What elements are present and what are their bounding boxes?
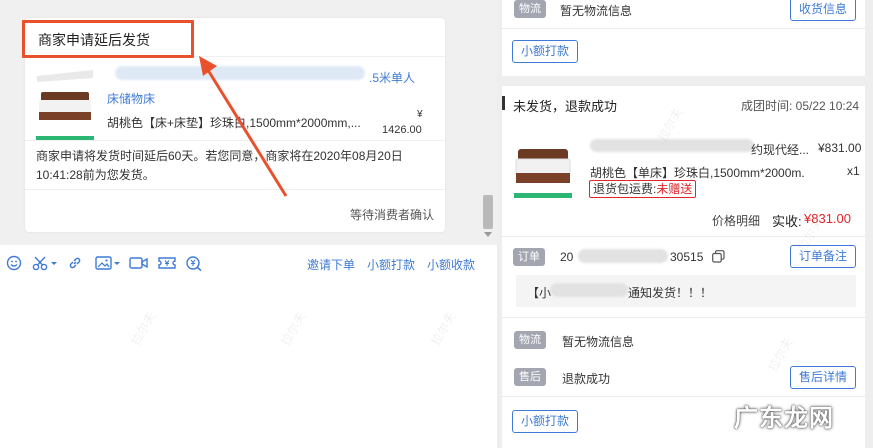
product-spec: 胡桃色【床+床垫】珍珠白,1500mm*2000mm,...: [107, 116, 361, 130]
product-image[interactable]: [514, 143, 572, 198]
aftersale-text: 退款成功: [562, 372, 611, 386]
chat-toolbar: 邀请下单 小额打款 小额收款: [0, 245, 497, 280]
item-qty: x1: [847, 164, 860, 178]
scrollbar-thumb[interactable]: [483, 195, 493, 229]
order-number-head: 20: [560, 250, 574, 264]
watermark: 拉尔夫: [278, 309, 309, 348]
blurred-product-name: [115, 66, 365, 80]
actual-pay-value: ¥831.00: [804, 211, 851, 226]
deal-time: 成团时间: 05/22 10:24: [741, 99, 860, 113]
chat-area: 拉尔夫 拉尔夫 商家申请延后发货 .5米单人 床储物床 胡桃色【床+床垫】珍珠白…: [0, 0, 497, 245]
coupon-icon[interactable]: [158, 254, 176, 272]
blurred-shop-name: [590, 139, 754, 152]
return-shipping-value: 未赠送: [656, 182, 693, 196]
emoji-icon[interactable]: [6, 254, 22, 272]
image-icon[interactable]: [95, 254, 121, 272]
logistics-tag: 物流: [514, 0, 546, 18]
aftersale-detail-button[interactable]: 售后详情: [790, 366, 857, 389]
product-link[interactable]: .5米单人: [369, 69, 415, 86]
divider: [502, 317, 865, 318]
watermark: 拉尔夫: [128, 309, 159, 348]
link-icon[interactable]: [67, 254, 83, 272]
invite-order-link[interactable]: 邀请下单: [307, 256, 355, 273]
copy-icon[interactable]: [712, 250, 725, 263]
order-number-tail: 30515: [670, 250, 704, 264]
video-icon[interactable]: [129, 254, 149, 272]
logistics-text: 暂无物流信息: [562, 335, 635, 349]
divider: [502, 396, 865, 397]
order-panel-previous: 物流 暂无物流信息 收货信息 小额打款: [502, 0, 865, 76]
product-price: 1426.00: [382, 124, 422, 136]
scroll-down-icon[interactable]: [484, 232, 492, 237]
search-coin-icon[interactable]: [185, 254, 203, 272]
scrollbar[interactable]: [481, 0, 495, 245]
product-link[interactable]: 床储物床: [107, 90, 155, 107]
divider: [502, 236, 865, 237]
order-note-button[interactable]: 订单备注: [790, 245, 857, 268]
small-payment-button[interactable]: 小额打款: [512, 40, 579, 63]
actual-pay-label: 实收:: [772, 214, 802, 229]
price-detail-link[interactable]: 价格明细: [712, 212, 760, 229]
small-payment-link[interactable]: 小额打款: [367, 256, 415, 273]
divider: [25, 56, 445, 57]
message-input[interactable]: 拉尔夫 拉尔夫 拉尔夫: [0, 280, 497, 448]
price-currency: ¥: [417, 109, 423, 120]
status-text: 等待消费者确认: [349, 208, 434, 222]
order-panel: 未发货，退款成功 成团时间: 05/22 10:24 约现代经... ¥831.…: [502, 86, 865, 448]
small-collect-link[interactable]: 小额收款: [427, 256, 475, 273]
delay-message: 商家申请将发货时间延后60天。若您同意，商家将在2020年08月20日 10:4…: [36, 149, 403, 182]
watermark: 拉尔夫: [428, 309, 459, 348]
order-status-title: 未发货，退款成功: [513, 99, 618, 114]
item-price: ¥831.00: [818, 141, 862, 155]
small-payment-button[interactable]: 小额打款: [512, 410, 579, 433]
blurred-order-number: [578, 249, 668, 263]
divider: [25, 189, 445, 190]
site-watermark-logo: 广东龙网: [734, 405, 834, 432]
divider: [502, 28, 865, 29]
return-shipping-badge: 退货包运费:未赠送: [589, 180, 697, 198]
order-tag: 订单: [513, 248, 545, 266]
status-marker: [502, 96, 505, 110]
logistics-text: 暂无物流信息: [560, 4, 633, 18]
product-thumbnail[interactable]: [35, 66, 95, 144]
logistics-tag: 物流: [514, 331, 546, 349]
return-shipping-label: 退货包运费:: [593, 182, 657, 196]
order-note-text: 通知发货！！！: [628, 286, 713, 300]
order-note-box: 【小 通知发货！！！: [516, 275, 856, 307]
delay-shipment-card[interactable]: 商家申请延后发货 .5米单人 床储物床 胡桃色【床+床垫】珍珠白,1500mm*…: [25, 18, 445, 232]
aftersale-tag: 售后: [514, 368, 546, 386]
scissors-icon[interactable]: [32, 254, 58, 272]
blurred-note: [550, 283, 628, 297]
item-spec: 胡桃色【单床】珍珠白,1500mm*2000m...: [590, 166, 805, 180]
order-pane: 物流 暂无物流信息 收货信息 小额打款 未发货，退款成功 成团时间: 05/22…: [497, 0, 873, 448]
order-note-head: 【小: [527, 286, 552, 300]
divider: [25, 140, 445, 141]
card-title: 商家申请延后发货: [38, 32, 150, 48]
shop-name: 约现代经...: [751, 143, 810, 157]
receive-info-button[interactable]: 收货信息: [790, 0, 857, 21]
